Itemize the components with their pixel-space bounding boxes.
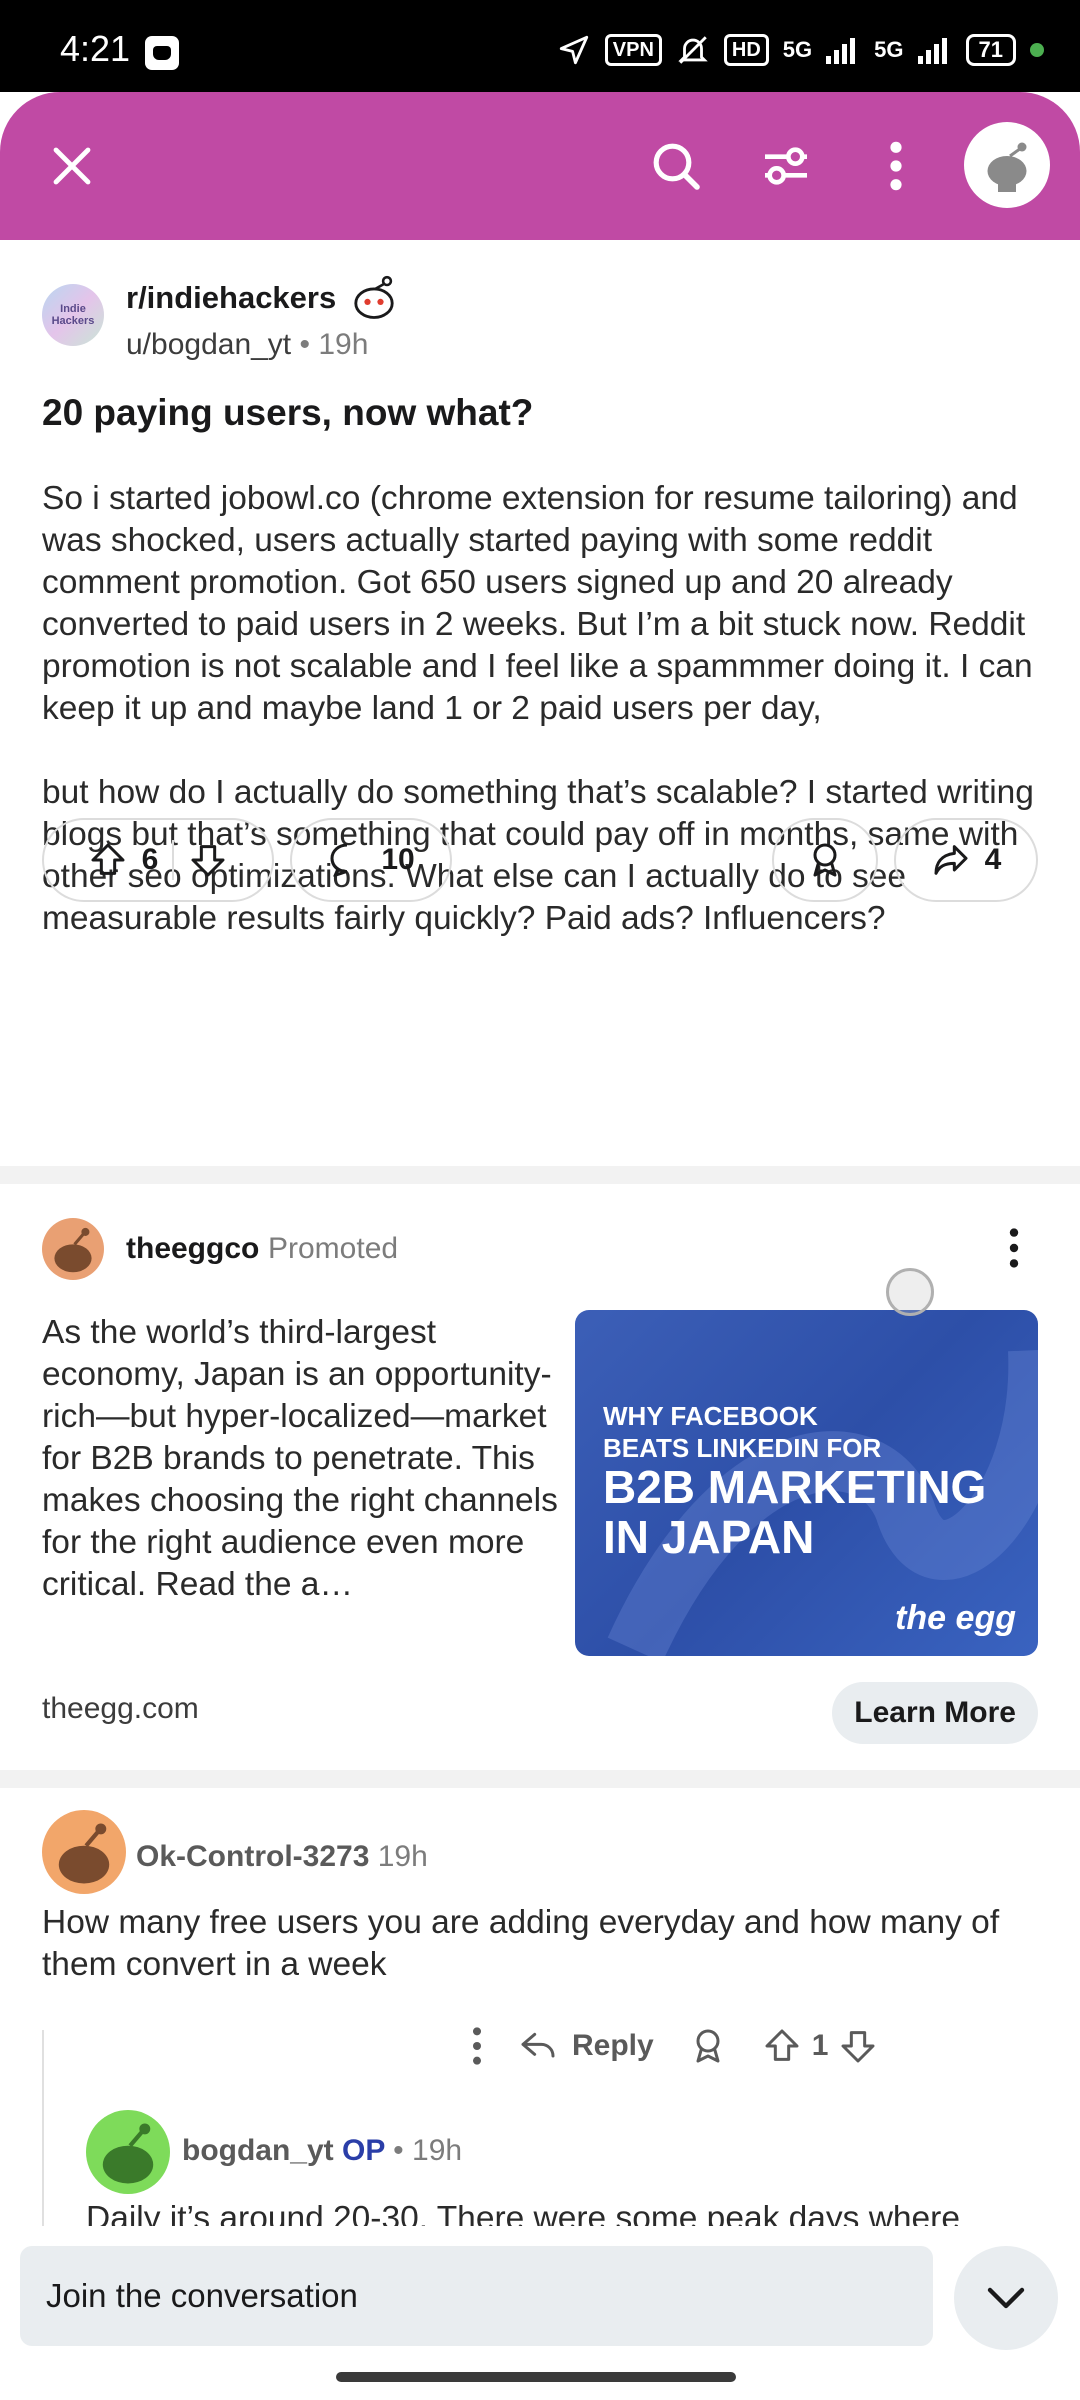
more-options-button[interactable] <box>856 126 936 206</box>
touch-indicator <box>886 1268 934 1316</box>
upvote-icon[interactable] <box>88 840 128 880</box>
app-header <box>0 92 1080 240</box>
comment-actions: Reply 1 <box>470 2026 878 2066</box>
signal-bars-icon-2 <box>917 38 947 64</box>
comment-age: 19h <box>377 1840 428 1873</box>
bell-muted-icon <box>678 36 708 64</box>
hd-indicator: HD <box>723 34 769 66</box>
comment-text: Daily it’s around 20-30. There were some… <box>86 2200 960 2228</box>
comment-bubble-icon <box>330 843 348 877</box>
gesture-home-bar[interactable] <box>336 2372 736 2382</box>
snoo-avatar-icon <box>58 1823 110 1884</box>
award-button[interactable] <box>772 818 878 902</box>
share-button[interactable]: 4 <box>894 818 1038 902</box>
post-body-paragraph: So i started jobowl.co (chrome extension… <box>42 480 1033 727</box>
join-conversation-input[interactable]: Join the conversation <box>20 2246 933 2346</box>
status-bar: 4:21 VPN HD 5G 5G 71 <box>0 0 1080 92</box>
search-button[interactable] <box>636 126 716 206</box>
snoo-avatar-icon <box>102 2123 154 2184</box>
comment-author[interactable]: Ok-Control-3273 <box>136 1840 369 1873</box>
upvote-count: 6 <box>141 843 159 876</box>
signal-5g-2: 5G <box>874 37 904 62</box>
more-vertical-icon <box>1009 1228 1019 1268</box>
post-author-line: u/bogdan_yt • 19h <box>126 328 368 362</box>
post-meta-separator: • <box>299 328 319 361</box>
promo-domain[interactable]: theegg.com <box>42 1692 199 1726</box>
user-avatar-button[interactable] <box>964 122 1050 208</box>
advertiser-name[interactable]: theeggco <box>126 1232 259 1266</box>
post-body: So i started jobowl.co (chrome extension… <box>42 478 1042 982</box>
subreddit-avatar[interactable]: Indie Hackers <box>42 284 104 346</box>
award-icon <box>813 843 837 877</box>
search-icon <box>653 143 700 190</box>
chevron-down-icon <box>987 2287 1025 2309</box>
share-arrow-icon <box>934 845 968 875</box>
close-button[interactable] <box>32 126 112 206</box>
op-badge: OP <box>342 2134 385 2167</box>
comment: Ok-Control-3273 19h How many free users … <box>0 1788 1080 2088</box>
promo-more-button[interactable] <box>984 1218 1044 1278</box>
promo-image-title: B2B MARKETING IN JAPAN <box>603 1461 987 1563</box>
more-vertical-icon <box>890 141 902 191</box>
sliders-icon <box>765 147 807 185</box>
promo-image-logo: the egg <box>895 1599 1016 1637</box>
comment-author-line: bogdan_yt OP • 19h <box>182 2134 462 2168</box>
advertiser-avatar <box>42 1218 104 1280</box>
comment-meta-separator: • <box>393 2134 413 2167</box>
filter-button[interactable] <box>746 126 826 206</box>
commenter-avatar[interactable] <box>42 1810 126 1894</box>
comment-vote-count: 1 <box>811 2029 829 2062</box>
award-icon[interactable] <box>688 2026 728 2066</box>
commenter-avatar[interactable] <box>86 2110 170 2194</box>
signal-5g-1: 5G <box>782 37 813 62</box>
signal-bars-icon <box>826 38 856 64</box>
upvote-icon[interactable] <box>762 2026 802 2066</box>
more-vertical-icon[interactable] <box>470 2026 484 2066</box>
downvote-icon[interactable] <box>838 2026 878 2066</box>
collapse-button[interactable] <box>954 2246 1058 2350</box>
promo-image[interactable]: WHY FACEBOOK BEATS LINKEDIN FOR B2B MARK… <box>575 1310 1038 1656</box>
location-arrow-icon <box>559 35 588 65</box>
snoo-avatar-icon <box>54 1227 92 1273</box>
notification-app-icon <box>145 36 179 70</box>
comment-author-line: Ok-Control-3273 19h <box>136 1840 428 1874</box>
reply-button[interactable]: Reply <box>518 2026 654 2066</box>
comment-vote: 1 <box>762 2026 879 2066</box>
battery-indicator: 71 <box>965 34 1016 66</box>
snoo-badge-icon <box>354 275 394 319</box>
comment-author[interactable]: bogdan_yt <box>182 2134 334 2167</box>
promoted-label: Promoted <box>268 1232 399 1265</box>
vote-pill: 6 <box>42 818 274 902</box>
promo-image-headline: WHY FACEBOOK BEATS LINKEDIN FOR <box>603 1401 882 1463</box>
learn-more-button[interactable]: Learn More <box>832 1682 1038 1744</box>
comments-button[interactable]: 10 <box>290 818 452 902</box>
reply-arrow-icon <box>521 2032 555 2058</box>
subreddit-name[interactable]: r/indiehackers <box>126 280 336 316</box>
comment-reply: bogdan_yt OP • 19h Daily it’s around 20-… <box>0 2088 1080 2228</box>
promoted-post[interactable]: theeggco Promoted As the world’s third-l… <box>0 1182 1080 1770</box>
comment-count: 10 <box>381 843 415 876</box>
status-icons: VPN HD 5G 5G 71 <box>557 30 1044 70</box>
vote-divider <box>172 840 175 880</box>
share-count: 4 <box>984 843 1002 876</box>
privacy-dot <box>1030 43 1044 57</box>
reply-label: Reply <box>572 2029 654 2062</box>
post-age: 19h <box>318 328 369 361</box>
post-author[interactable]: u/bogdan_yt <box>126 328 291 361</box>
section-divider <box>0 1770 1080 1788</box>
status-time: 4:21 <box>60 28 131 69</box>
downvote-icon[interactable] <box>188 840 228 880</box>
comment-age: 19h <box>412 2134 463 2167</box>
bottom-composer-bar: Join the conversation <box>0 2226 1080 2400</box>
snoo-avatar-icon <box>987 142 1027 192</box>
close-icon <box>53 147 91 185</box>
post-title: 20 paying users, now what? <box>42 392 534 433</box>
promo-text: As the world’s third-largest economy, Ja… <box>42 1314 558 1603</box>
vpn-indicator: VPN <box>604 34 662 66</box>
comment-text: How many free users you are adding every… <box>42 1904 1000 1983</box>
post-actions: 6 10 4 <box>0 818 1080 902</box>
